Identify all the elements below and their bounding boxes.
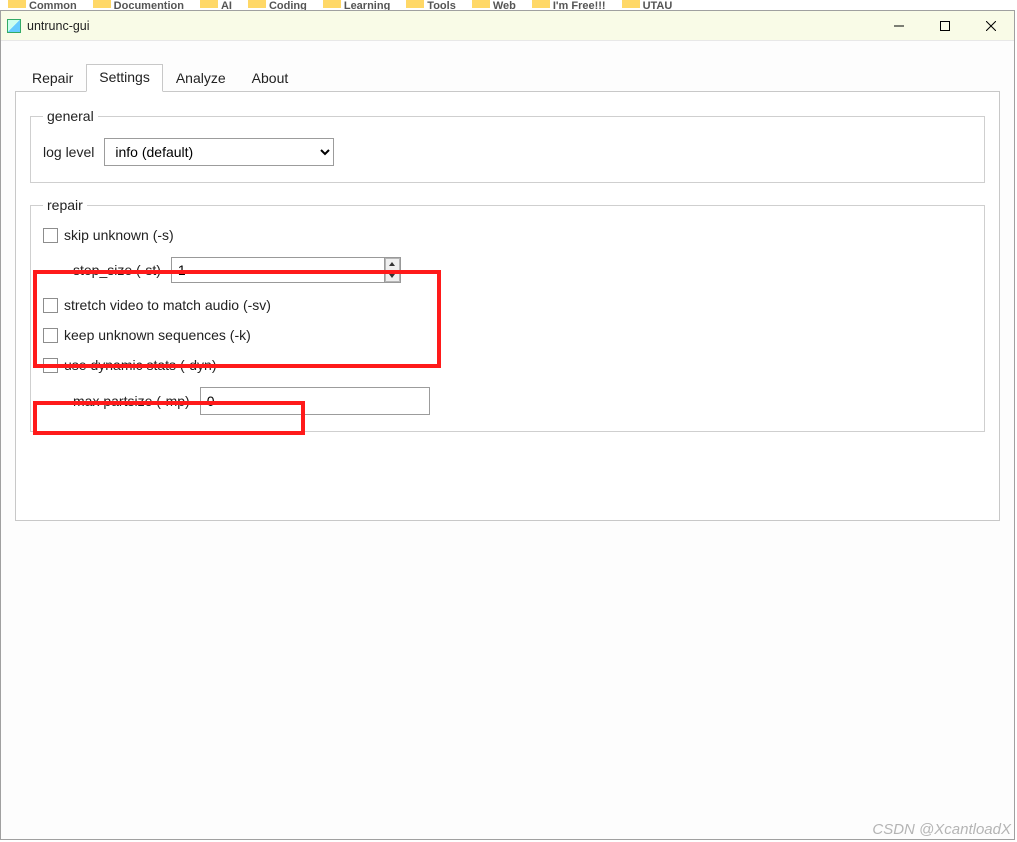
max-partsize-label: max partsize (-mp)	[73, 393, 190, 409]
tab-repair[interactable]: Repair	[19, 65, 86, 93]
maximize-button[interactable]	[922, 11, 968, 40]
tab-strip: Repair Settings Analyze About	[19, 63, 1000, 91]
step-size-label: step_size (-st)	[73, 262, 161, 278]
app-icon	[7, 19, 21, 33]
skip-unknown-checkbox[interactable]	[43, 228, 58, 243]
settings-panel: general log level info (default) repair …	[15, 91, 1000, 521]
loglevel-select[interactable]: info (default)	[104, 138, 334, 166]
group-general: general log level info (default)	[30, 108, 985, 183]
titlebar[interactable]: untrunc-gui	[1, 11, 1014, 41]
keep-unknown-checkbox[interactable]	[43, 328, 58, 343]
app-window: untrunc-gui Repair Settings Analyze Abou…	[0, 10, 1015, 840]
loglevel-label: log level	[43, 144, 94, 160]
stretch-video-label: stretch video to match audio (-sv)	[64, 297, 271, 313]
keep-unknown-label: keep unknown sequences (-k)	[64, 327, 251, 343]
tab-settings[interactable]: Settings	[86, 64, 163, 92]
step-size-spinner[interactable]	[171, 257, 401, 283]
watermark: CSDN @XcantloadX	[872, 821, 1011, 838]
dynamic-stats-checkbox[interactable]	[43, 358, 58, 373]
skip-unknown-label: skip unknown (-s)	[64, 227, 174, 243]
minimize-button[interactable]	[876, 11, 922, 40]
step-size-down-button[interactable]	[385, 270, 400, 283]
background-explorer-tabs: Common Documention AI Coding Learning To…	[0, 0, 1017, 10]
close-button[interactable]	[968, 11, 1014, 40]
stretch-video-checkbox[interactable]	[43, 298, 58, 313]
max-partsize-input[interactable]	[200, 387, 430, 415]
client-area: Repair Settings Analyze About general lo…	[1, 43, 1014, 839]
tab-analyze[interactable]: Analyze	[163, 65, 239, 93]
window-title: untrunc-gui	[27, 19, 876, 33]
step-size-input[interactable]	[172, 258, 384, 282]
group-repair-legend: repair	[43, 197, 87, 213]
step-size-up-button[interactable]	[385, 258, 400, 270]
group-repair: repair skip unknown (-s) step_size (-st)	[30, 197, 985, 432]
group-general-legend: general	[43, 108, 98, 124]
dynamic-stats-label: use dynamic stats (-dyn)	[64, 357, 217, 373]
tab-about[interactable]: About	[239, 65, 302, 93]
